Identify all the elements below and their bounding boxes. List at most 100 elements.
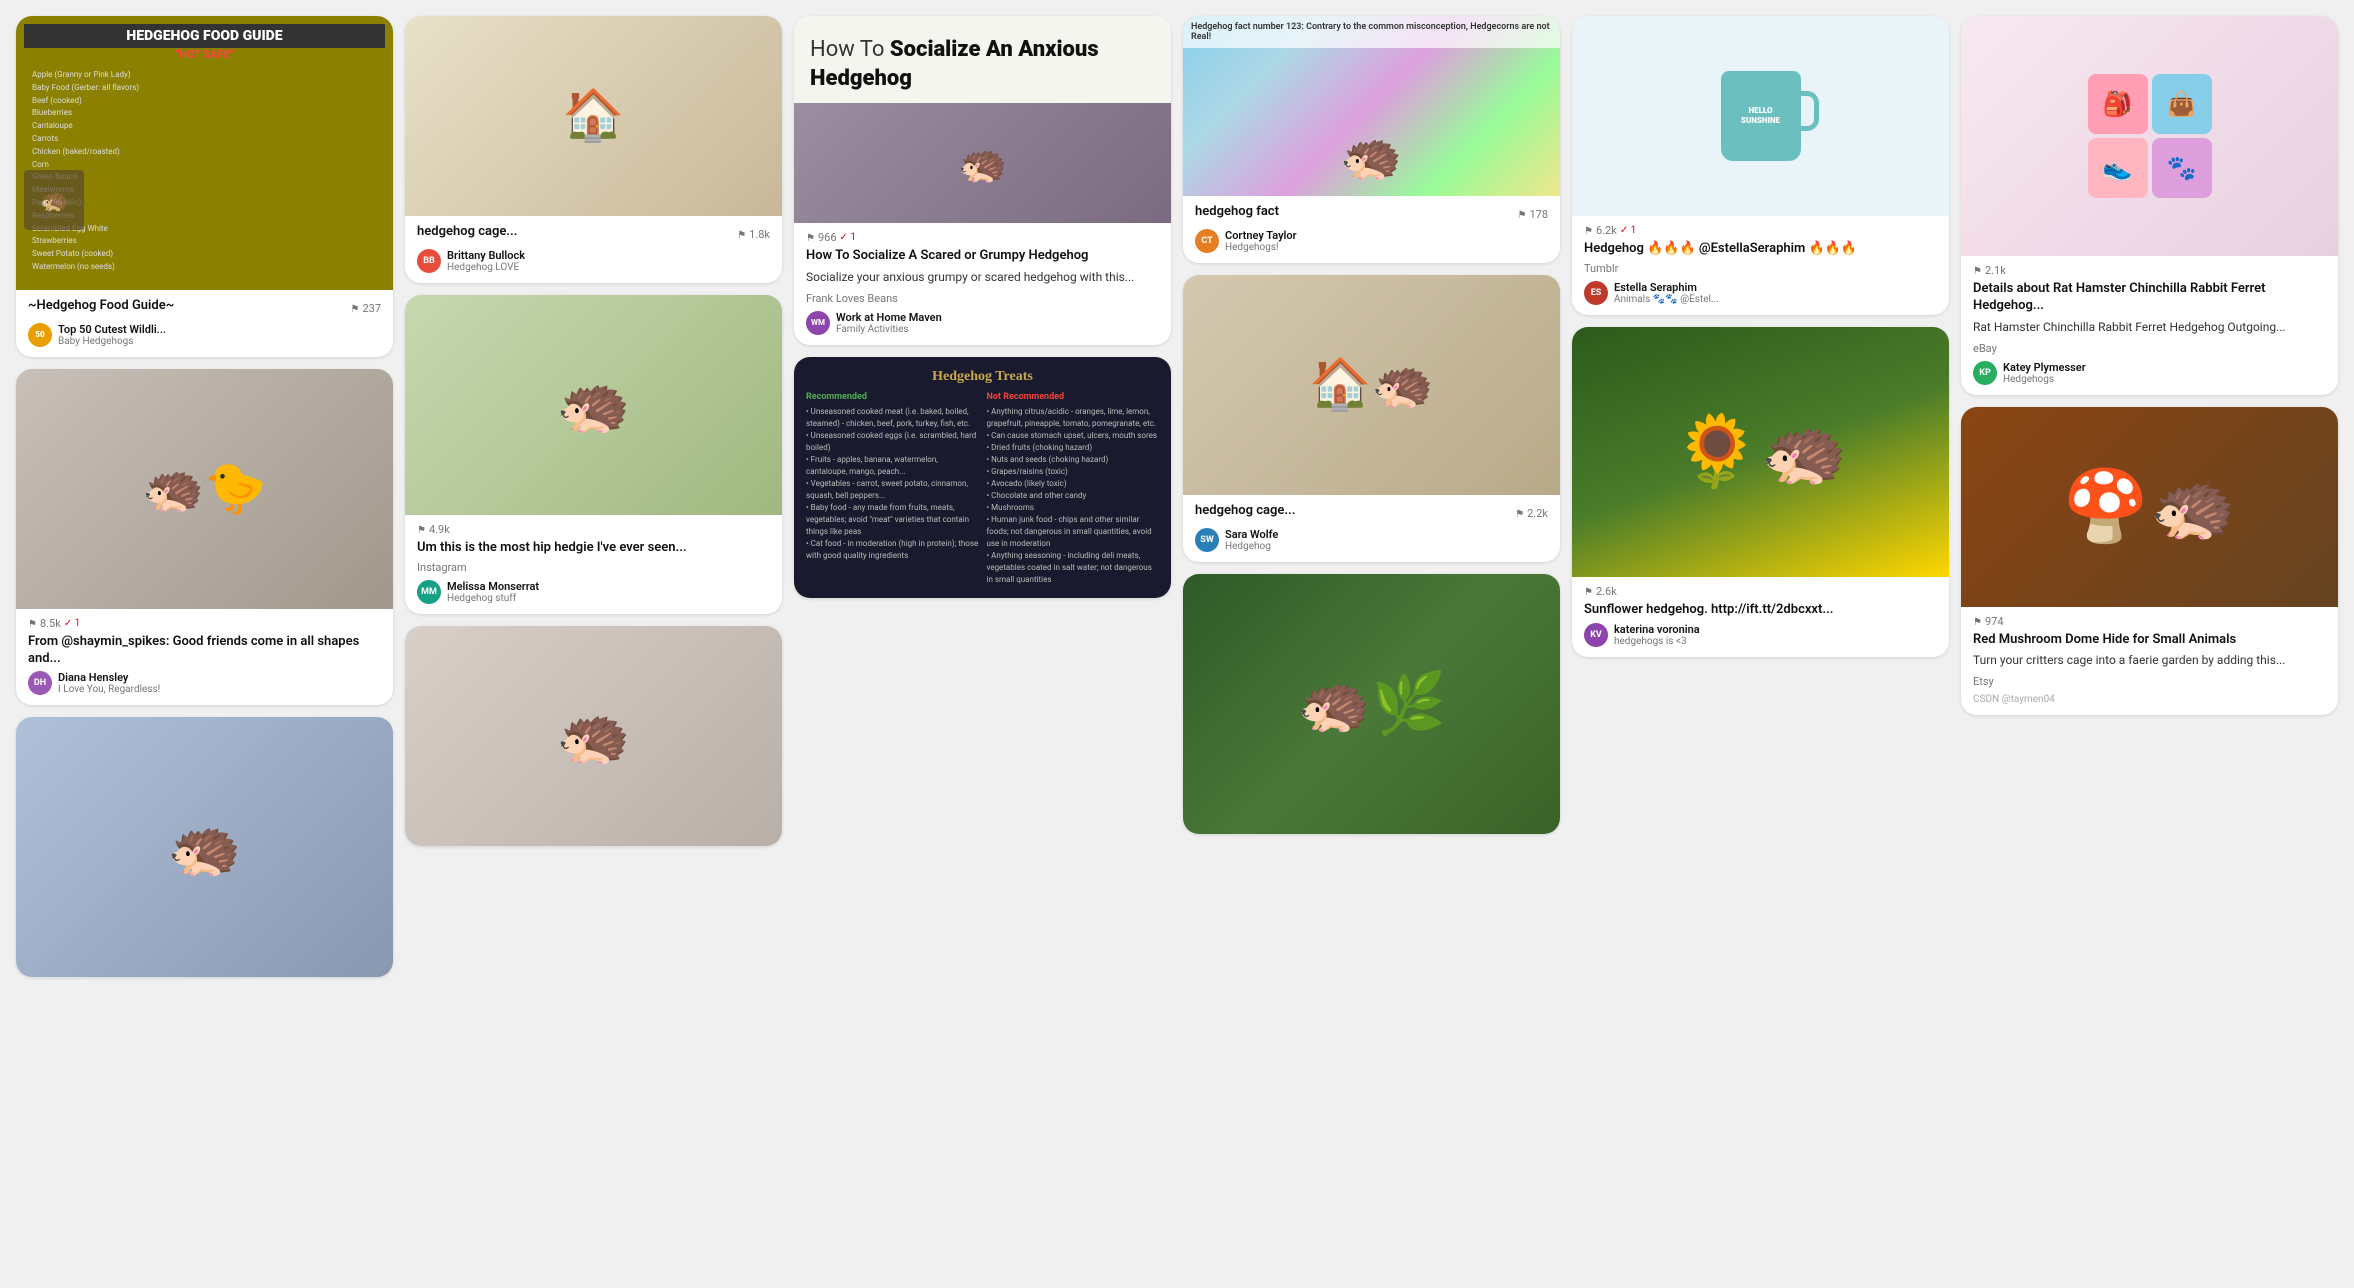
check-icon: ✓ 1 [840, 232, 856, 243]
cage1-meta: hedgehog cage... 1.8k [417, 224, 770, 245]
avatar: 50 [28, 323, 52, 347]
fact-saves: 178 [1517, 208, 1548, 221]
mushroom-source: Etsy [1973, 675, 2326, 688]
card-food-guide[interactable]: HEDGEHOG FOOD GUIDE "HOT SAFE" Apple (Gr… [16, 16, 393, 357]
card-cage1[interactable]: 🏠 hedgehog cage... 1.8k BB Brittany Bull… [405, 16, 782, 283]
food-guide-card-title: ~Hedgehog Food Guide~ [28, 298, 174, 315]
user-info: Work at Home Maven Family Activities [836, 311, 1159, 335]
save-icon [417, 523, 426, 536]
user-name: Estella Seraphim [1614, 281, 1937, 294]
card-hedgehog-fact[interactable]: Hedgehog fact number 123: Contrary to th… [1183, 16, 1560, 263]
sleeping-hog-image: 🦔 [16, 717, 393, 977]
accessories-source: eBay [1973, 342, 2326, 355]
sunflower-meta: 2.6k [1584, 585, 1937, 598]
how-to-hedgehog-image: 🦔 [794, 103, 1171, 223]
rainbow-hog-emoji: 🦔 [1340, 128, 1402, 186]
fact-user: CT Cortney Taylor Hedgehogs! [1195, 229, 1548, 253]
user-board: Animals 🐾🐾 @Estel... [1614, 294, 1937, 305]
fact-banner: Hedgehog fact number 123: Contrary to th… [1183, 16, 1560, 48]
chick-hog-title: From @shaymin_spikes: Good friends come … [28, 634, 381, 668]
treats-recommended: Recommended • Unseasoned cooked meat (i.… [806, 391, 979, 587]
fact-meta: hedgehog fact 178 [1195, 204, 1548, 225]
mushroom-saves: 974 [1973, 615, 2004, 628]
cage3-saves: 2.2k [1515, 507, 1548, 520]
sunflower-user: KV katerina voronina hedgehogs is <3 [1584, 623, 1937, 647]
food-guide-title: HEDGEHOG FOOD GUIDE [24, 24, 385, 48]
treats-title: Hedgehog Treats [806, 369, 1159, 385]
user-name: Katey Plymesser [2003, 361, 2326, 374]
how-to-title-text: How To Socialize An Anxious Hedgehog [810, 36, 1155, 93]
avatar: KP [1973, 361, 1997, 385]
user-board: Hedgehog LOVE [447, 262, 770, 273]
user-name: Sara Wolfe [1225, 528, 1548, 541]
card-hip-hedgie[interactable]: 🦔 4.9k Um this is the most hip hedgie I'… [405, 295, 782, 614]
user-name: Work at Home Maven [836, 311, 1159, 324]
treats-not-recommended: Not Recommended • Anything citrus/acidic… [987, 391, 1160, 587]
sunflower-info: 2.6k Sunflower hedgehog. http://ift.tt/2… [1572, 577, 1949, 657]
card-mushroom-dome[interactable]: 🍄🦔 974 Red Mushroom Dome Hide for Small … [1961, 407, 2338, 716]
cage1-title: hedgehog cage... [417, 224, 517, 241]
how-to-user: WM Work at Home Maven Family Activities [806, 311, 1159, 335]
user-name: Brittany Bullock [447, 249, 770, 262]
avatar: BB [417, 249, 441, 273]
user-board: Family Activities [836, 324, 1159, 335]
card-accessories[interactable]: 🎒 👜 👟 🐾 2.1k Details about Rat Hamster C… [1961, 16, 2338, 395]
hip-hedgie-source: Instagram [417, 561, 770, 574]
column-3: How To Socialize An Anxious Hedgehog 🦔 9… [794, 16, 1171, 598]
save-icon [1973, 615, 1982, 628]
cage3-image: 🏠🦔 [1183, 275, 1560, 495]
avatar: WM [806, 311, 830, 335]
user-info: Estella Seraphim Animals 🐾🐾 @Estel... [1614, 281, 1937, 305]
how-to-meta: 966 ✓ 1 [806, 231, 1159, 244]
how-to-card-title: How To Socialize A Scared or Grumpy Hedg… [806, 248, 1159, 265]
how-to-description: Socialize your anxious grumpy or scared … [806, 269, 1159, 286]
user-board: I Love You, Regardless! [58, 684, 381, 695]
pin-grid: HEDGEHOG FOOD GUIDE "HOT SAFE" Apple (Gr… [16, 16, 2338, 977]
user-info: Brittany Bullock Hedgehog LOVE [447, 249, 770, 273]
card-sleeping-hog[interactable]: 🦔 [16, 717, 393, 977]
sunshine-info: 6.2k ✓ 1 Hedgehog 🔥🔥🔥 @EstellaSeraphim 🔥… [1572, 216, 1949, 315]
card-hello-sunshine[interactable]: HELLOSUNSHINE 6.2k ✓ 1 Hedgehog 🔥🔥🔥 @Est… [1572, 16, 1949, 315]
fact-info: hedgehog fact 178 CT Cortney Taylor Hedg… [1183, 196, 1560, 263]
treats-image: Hedgehog Treats Recommended • Unseasoned… [794, 357, 1171, 599]
treats-not-recommended-title: Not Recommended [987, 391, 1160, 405]
accessories-info: 2.1k Details about Rat Hamster Chinchill… [1961, 256, 2338, 395]
avatar: CT [1195, 229, 1219, 253]
how-to-header: How To Socialize An Anxious Hedgehog [794, 16, 1171, 103]
mug-text: HELLOSUNSHINE [1741, 106, 1780, 125]
user-board: Hedgehogs [2003, 374, 2326, 385]
chick-hog-saves: 8.5k ✓ 1 [28, 617, 80, 630]
card-how-to-socialize[interactable]: How To Socialize An Anxious Hedgehog 🦔 9… [794, 16, 1171, 345]
column-4: Hedgehog fact number 123: Contrary to th… [1183, 16, 1560, 834]
avatar: ES [1584, 281, 1608, 305]
save-icon [1584, 224, 1593, 237]
card-sunflower-hog[interactable]: 🌻🦔 2.6k Sunflower hedgehog. http://ift.t… [1572, 327, 1949, 657]
column-6: 🎒 👜 👟 🐾 2.1k Details about Rat Hamster C… [1961, 16, 2338, 715]
user-name: Melissa Monserrat [447, 580, 770, 593]
hog-bottom2-image: 🦔 [405, 626, 782, 846]
user-info: Top 50 Cutest Wildli... Baby Hedgehogs [58, 323, 381, 347]
treats-recommended-title: Recommended [806, 391, 979, 405]
accessories-saves: 2.1k [1973, 264, 2006, 277]
sunflower-saves: 2.6k [1584, 585, 1617, 598]
check-icon: ✓ 1 [1620, 225, 1636, 236]
card-garden-hog[interactable]: 🦔🌿 [1183, 574, 1560, 834]
card-hog-bottom2[interactable]: 🦔 [405, 626, 782, 846]
chick-hog-user: DH Diana Hensley I Love You, Regardless! [28, 671, 381, 695]
treats-not-recommended-text: • Anything citrus/acidic - oranges, lime… [987, 406, 1160, 586]
source-tag: CSDN @taymen04 [1973, 694, 2326, 705]
save-icon [28, 617, 37, 630]
card-chick-hog[interactable]: 🦔🐤 8.5k ✓ 1 From @shaymin_spikes: Good f… [16, 369, 393, 706]
card-treats[interactable]: Hedgehog Treats Recommended • Unseasoned… [794, 357, 1171, 599]
food-guide-subtitle: "HOT SAFE" [24, 48, 385, 61]
sunflower-title: Sunflower hedgehog. http://ift.tt/2dbcxx… [1584, 602, 1937, 619]
sunflower-hog-image: 🌻🦔 [1572, 327, 1949, 577]
cage3-meta: hedgehog cage... 2.2k [1195, 503, 1548, 524]
card-cage3[interactable]: 🏠🦔 hedgehog cage... 2.2k SW Sara Wolfe H… [1183, 275, 1560, 562]
cage1-info: hedgehog cage... 1.8k BB Brittany Bulloc… [405, 216, 782, 283]
column-2: 🏠 hedgehog cage... 1.8k BB Brittany Bull… [405, 16, 782, 846]
hello-sunshine-image: HELLOSUNSHINE [1572, 16, 1949, 216]
avatar: DH [28, 671, 52, 695]
mug: HELLOSUNSHINE [1721, 71, 1801, 161]
avatar: SW [1195, 528, 1219, 552]
